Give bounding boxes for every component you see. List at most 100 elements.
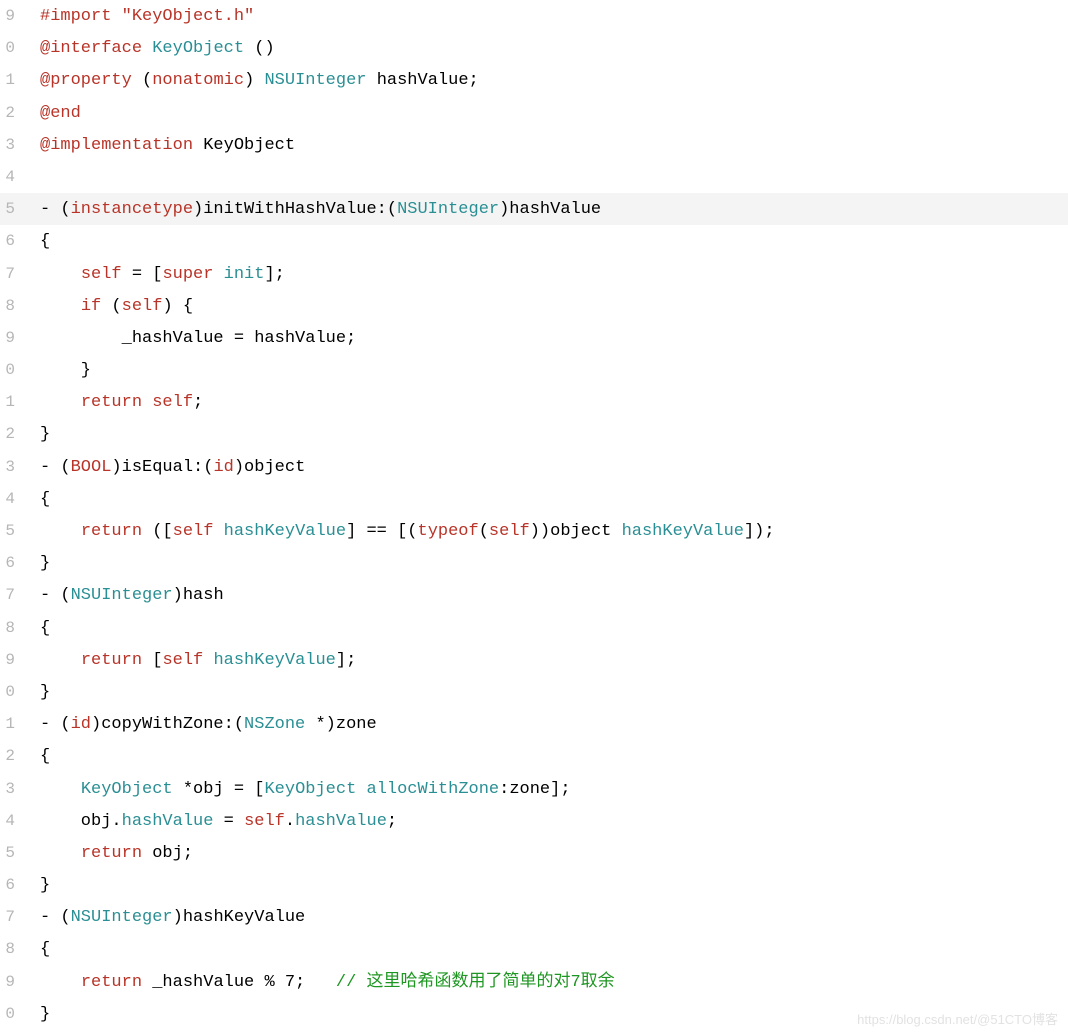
token: {: [40, 619, 50, 638]
token: )hashValue: [499, 200, 601, 219]
code-content: {: [18, 934, 50, 966]
token: .: [285, 812, 295, 831]
token: NSUInteger: [397, 200, 499, 219]
code-content: @end: [18, 98, 81, 130]
code-content: {: [18, 484, 50, 516]
code-content: @property (nonatomic) NSUInteger hashVal…: [18, 65, 479, 97]
code-line: 5- (instancetype)initWithHashValue:(NSUI…: [0, 193, 1068, 225]
token: [213, 265, 223, 284]
token: {: [40, 747, 50, 766]
token: "KeyObject.h": [122, 7, 255, 26]
line-number: 9: [0, 966, 18, 998]
token: NSUInteger: [71, 586, 173, 605]
token: [40, 780, 81, 799]
token: [40, 265, 81, 284]
token: return: [81, 651, 142, 670]
token: self: [152, 393, 193, 412]
token: self: [162, 651, 203, 670]
token: nonatomic: [152, 71, 244, 90]
token: self: [244, 812, 285, 831]
token: [40, 522, 81, 541]
code-line: 9#import "KeyObject.h": [0, 0, 1068, 32]
code-content: return self;: [18, 387, 203, 419]
code-line: 6}: [0, 869, 1068, 901]
token: }: [40, 683, 50, 702]
code-line: 5 return ([self hashKeyValue] == [(typeo…: [0, 515, 1068, 547]
token: @implementation: [40, 136, 193, 155]
code-content: - (instancetype)initWithHashValue:(NSUIn…: [18, 194, 601, 226]
code-content: KeyObject *obj = [KeyObject allocWithZon…: [18, 774, 571, 806]
token: NSUInteger: [71, 908, 173, 927]
line-number: 3: [0, 773, 18, 805]
code-line: 3- (BOOL)isEqual:(id)object: [0, 451, 1068, 483]
token: BOOL: [71, 458, 112, 477]
token: hashKeyValue: [622, 522, 744, 541]
line-number: 6: [0, 869, 18, 901]
line-number: 5: [0, 193, 18, 225]
code-line: 4: [0, 161, 1068, 193]
token: }: [40, 876, 50, 895]
code-line: 7 self = [super init];: [0, 258, 1068, 290]
token: (: [101, 297, 121, 316]
token: NSUInteger: [264, 71, 366, 90]
code-line: 6{: [0, 225, 1068, 257]
token: }: [40, 425, 50, 444]
token: if: [81, 297, 101, 316]
code-content: }: [18, 355, 91, 387]
token: - (: [40, 200, 71, 219]
code-line: 9 return [self hashKeyValue];: [0, 644, 1068, 676]
code-content: return [self hashKeyValue];: [18, 645, 356, 677]
token: )copyWithZone:(: [91, 715, 244, 734]
token: ];: [336, 651, 356, 670]
code-line: 8{: [0, 933, 1068, 965]
line-number: 0: [0, 354, 18, 386]
token: [142, 39, 152, 58]
token: }: [40, 361, 91, 380]
code-line: 2}: [0, 418, 1068, 450]
token: self: [81, 265, 122, 284]
token: *obj = [: [173, 780, 265, 799]
token: [203, 651, 213, 670]
token: - (: [40, 908, 71, 927]
token: [40, 393, 81, 412]
token: ];: [264, 265, 284, 284]
token: return: [81, 522, 142, 541]
code-content: }: [18, 999, 50, 1031]
line-number: 9: [0, 322, 18, 354]
code-content: }: [18, 870, 50, 902]
line-number: 3: [0, 129, 18, 161]
token: hashKeyValue: [213, 651, 335, 670]
token: ): [244, 71, 264, 90]
code-line: 6}: [0, 547, 1068, 579]
code-line: 1- (id)copyWithZone:(NSZone *)zone: [0, 708, 1068, 740]
line-number: 8: [0, 933, 18, 965]
code-line: 9 return _hashValue % 7; // 这里哈希函数用了简单的对…: [0, 966, 1068, 998]
code-line: 0}: [0, 676, 1068, 708]
code-content: _hashValue = hashValue;: [18, 323, 356, 355]
line-number: 2: [0, 418, 18, 450]
token: self: [122, 297, 163, 316]
token: )hash: [173, 586, 224, 605]
line-number: 5: [0, 515, 18, 547]
token: init: [224, 265, 265, 284]
code-content: {: [18, 613, 50, 645]
line-number: 1: [0, 386, 18, 418]
line-number: 9: [0, 0, 18, 32]
code-content: if (self) {: [18, 291, 193, 323]
token: [356, 780, 366, 799]
token: NSZone: [244, 715, 305, 734]
code-line: 4{: [0, 483, 1068, 515]
token: )object: [234, 458, 305, 477]
line-number: 6: [0, 225, 18, 257]
token: hashKeyValue: [224, 522, 346, 541]
token: @interface: [40, 39, 142, 58]
line-number: 0: [0, 676, 18, 708]
line-number: 2: [0, 97, 18, 129]
code-content: #import "KeyObject.h": [18, 1, 254, 33]
code-content: @interface KeyObject (): [18, 33, 275, 65]
code-content: - (NSUInteger)hashKeyValue: [18, 902, 305, 934]
token: ] == [(: [346, 522, 417, 541]
code-content: @implementation KeyObject: [18, 130, 295, 162]
token: [: [142, 651, 162, 670]
token: id: [213, 458, 233, 477]
